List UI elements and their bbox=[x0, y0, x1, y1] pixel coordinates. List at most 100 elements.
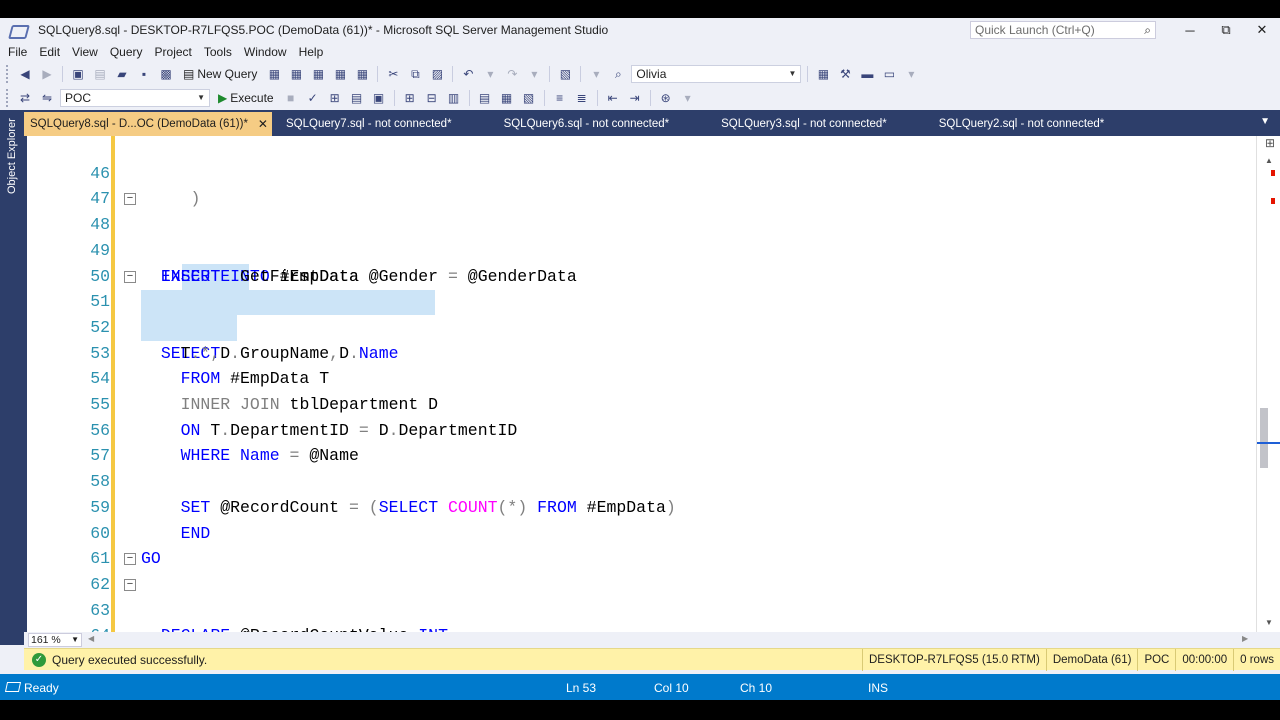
uncomment-icon[interactable]: ≣ bbox=[573, 89, 591, 107]
redo-dropdown-icon[interactable]: ▾ bbox=[525, 65, 543, 83]
execute-button[interactable]: ▶ Execute bbox=[214, 91, 278, 105]
quick-launch-input[interactable]: Quick Launch (Ctrl+Q) ⌕ bbox=[970, 21, 1156, 39]
zoom-combo[interactable]: 161 % ▼ bbox=[28, 633, 82, 647]
tab-sqlquery3[interactable]: SQLQuery3.sql - not connected* bbox=[715, 112, 893, 136]
dmx-query-icon[interactable]: ▦ bbox=[309, 65, 327, 83]
sql-editor[interactable]: 46 ) 47 48 − INSERT INTO #EmpData 49 EXE… bbox=[24, 136, 1256, 632]
connect-icon[interactable]: ⇄ bbox=[16, 89, 34, 107]
document-tab-bar: SQLQuery8.sql - D...OC (DemoData (61))* … bbox=[24, 110, 1280, 136]
paste-icon[interactable]: ▨ bbox=[428, 65, 446, 83]
parse-icon[interactable]: ✓ bbox=[304, 89, 322, 107]
tab-sqlquery8[interactable]: SQLQuery8.sql - D...OC (DemoData (61))* … bbox=[24, 112, 272, 136]
profile-combo[interactable]: Olivia ▼ bbox=[631, 65, 802, 83]
toolbar-grip[interactable] bbox=[6, 65, 10, 83]
change-marker bbox=[1271, 198, 1275, 204]
menu-query[interactable]: Query bbox=[106, 45, 151, 59]
forward-icon[interactable]: ▶ bbox=[38, 65, 56, 83]
find-in-files-icon[interactable]: ⌕ bbox=[609, 65, 627, 83]
code-line: 61 bbox=[27, 521, 1256, 568]
minimize-button[interactable]: ─ bbox=[1172, 19, 1208, 41]
code-line: 53 FROM #EmpData T bbox=[27, 315, 1256, 389]
save-all-icon[interactable]: ▩ bbox=[157, 65, 175, 83]
change-connection-icon[interactable]: ⇋ bbox=[38, 89, 56, 107]
save-icon[interactable]: ▪ bbox=[135, 65, 153, 83]
dax-query-icon[interactable]: ▦ bbox=[353, 65, 371, 83]
new-query-button[interactable]: ▤ New Query bbox=[179, 67, 261, 81]
undo-dropdown-icon[interactable]: ▾ bbox=[481, 65, 499, 83]
live-stats-icon[interactable]: ⊟ bbox=[423, 89, 441, 107]
code-line: 52 T.*,D.GroupName,D.Name bbox=[27, 289, 1256, 363]
decrease-indent-icon[interactable]: ⇤ bbox=[604, 89, 622, 107]
menu-edit[interactable]: Edit bbox=[35, 45, 68, 59]
redo-icon[interactable]: ↷ bbox=[503, 65, 521, 83]
schema-info: POC bbox=[1137, 648, 1175, 671]
toolbox-icon[interactable]: ▬ bbox=[858, 65, 876, 83]
ssms-window: SQLQuery8.sql - DESKTOP-R7LFQS5.POC (Dem… bbox=[0, 0, 1280, 720]
menu-tools[interactable]: Tools bbox=[200, 45, 240, 59]
tab-sqlquery6[interactable]: SQLQuery6.sql - not connected* bbox=[498, 112, 676, 136]
vertical-scrollbar[interactable]: ⊞ ▲ ▼ bbox=[1256, 136, 1280, 632]
scroll-left-icon[interactable]: ◀ bbox=[88, 634, 94, 643]
new-project-icon[interactable]: ▣ bbox=[69, 65, 87, 83]
client-stats-icon[interactable]: ▥ bbox=[445, 89, 463, 107]
database-combo[interactable]: POC ▼ bbox=[60, 89, 210, 107]
database-info: DemoData (61) bbox=[1045, 648, 1138, 671]
output-window-icon[interactable]: ▭ bbox=[880, 65, 898, 83]
close-icon[interactable]: ✕ bbox=[258, 117, 268, 131]
collapse-icon[interactable]: − bbox=[124, 193, 136, 206]
results-to-text-icon[interactable]: ▤ bbox=[476, 89, 494, 107]
toolbar-grip[interactable] bbox=[6, 89, 10, 107]
window-title: SQLQuery8.sql - DESKTOP-R7LFQS5.POC (Dem… bbox=[38, 23, 609, 37]
comment-icon[interactable]: ≡ bbox=[551, 89, 569, 107]
solution-config-dropdown[interactable]: ▾ bbox=[587, 65, 605, 83]
menu-project[interactable]: Project bbox=[151, 45, 200, 59]
cancel-query-icon[interactable]: ■ bbox=[282, 89, 300, 107]
code-line: 56 WHERE Name = @Name bbox=[27, 392, 1256, 466]
properties-icon[interactable]: ▦ bbox=[814, 65, 832, 83]
query-options-icon[interactable]: ▤ bbox=[348, 89, 366, 107]
menu-help[interactable]: Help bbox=[295, 45, 332, 59]
code-line: 46 ) bbox=[27, 136, 1256, 209]
add-item-icon[interactable]: ▤ bbox=[91, 65, 109, 83]
collapse-icon[interactable]: − bbox=[124, 553, 136, 566]
increase-indent-icon[interactable]: ⇥ bbox=[626, 89, 644, 107]
estimated-plan-icon[interactable]: ⊞ bbox=[326, 89, 344, 107]
tab-sqlquery2[interactable]: SQLQuery2.sql - not connected* bbox=[933, 112, 1111, 136]
open-file-icon[interactable]: ▰ bbox=[113, 65, 131, 83]
scroll-up-icon[interactable]: ▲ bbox=[1265, 156, 1273, 165]
intellisense-icon[interactable]: ▣ bbox=[370, 89, 388, 107]
undo-icon[interactable]: ↶ bbox=[459, 65, 477, 83]
collapse-icon[interactable]: − bbox=[124, 270, 136, 283]
close-button[interactable]: ✕ bbox=[1244, 19, 1280, 41]
tab-overflow-icon[interactable]: ▼ bbox=[1260, 116, 1270, 127]
toolbar-options-icon[interactable]: ▾ bbox=[902, 65, 920, 83]
scroll-down-icon[interactable]: ▼ bbox=[1265, 618, 1273, 627]
menu-view[interactable]: View bbox=[68, 45, 106, 59]
tab-sqlquery7[interactable]: SQLQuery7.sql - not connected* bbox=[280, 112, 458, 136]
xmla-query-icon[interactable]: ▦ bbox=[331, 65, 349, 83]
copy-icon[interactable]: ⧉ bbox=[406, 65, 424, 83]
menu-window[interactable]: Window bbox=[240, 45, 295, 59]
scroll-thumb[interactable] bbox=[1260, 408, 1268, 468]
scroll-right-icon[interactable]: ▶ bbox=[1242, 634, 1248, 643]
maximize-button[interactable]: ⧉ bbox=[1208, 19, 1244, 41]
back-icon[interactable]: ◀ bbox=[16, 65, 34, 83]
specify-values-icon[interactable]: ⊛ bbox=[657, 89, 675, 107]
split-icon[interactable]: ⊞ bbox=[1265, 137, 1275, 149]
mdx-query-icon[interactable]: ▦ bbox=[287, 65, 305, 83]
menu-file[interactable]: File bbox=[4, 45, 35, 59]
sql-editor-toolbar: ⇄ ⇋ POC ▼ ▶ Execute ■ ✓ ⊞ ▤ ▣ ⊞ ⊟ ▥ ▤ ▦ … bbox=[0, 86, 1280, 110]
toolbar-options-icon[interactable]: ▾ bbox=[679, 89, 697, 107]
actual-plan-icon[interactable]: ⊞ bbox=[401, 89, 419, 107]
activity-monitor-icon[interactable]: ▧ bbox=[556, 65, 574, 83]
code-line: 55 ON T.DepartmentID = D.DepartmentID bbox=[27, 366, 1256, 440]
results-to-file-icon[interactable]: ▧ bbox=[520, 89, 538, 107]
results-to-grid-icon[interactable]: ▦ bbox=[498, 89, 516, 107]
status-icon bbox=[4, 682, 22, 692]
wrench-icon[interactable]: ⚒ bbox=[836, 65, 854, 83]
collapse-icon[interactable]: − bbox=[124, 578, 136, 591]
cut-icon[interactable]: ✂ bbox=[384, 65, 402, 83]
object-explorer-tab[interactable]: Object Explorer bbox=[4, 116, 20, 196]
code-line: 51 − SELECT bbox=[27, 264, 1256, 363]
database-engine-query-icon[interactable]: ▦ bbox=[265, 65, 283, 83]
